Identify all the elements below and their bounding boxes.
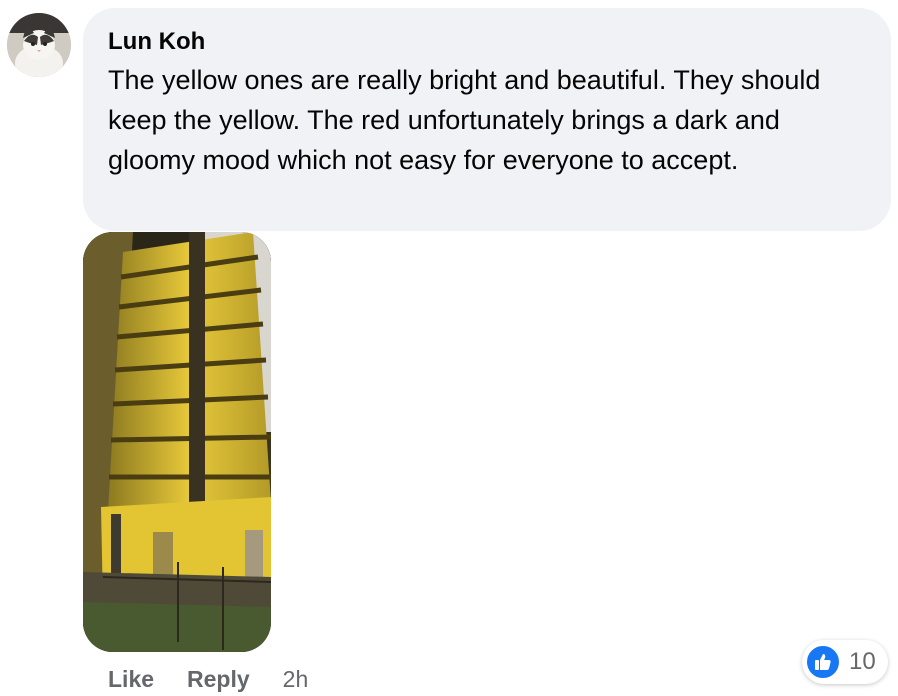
like-button[interactable]: Like xyxy=(108,666,154,693)
comment-author[interactable]: Lun Koh xyxy=(108,28,205,56)
comment-actions: Like Reply 2h xyxy=(108,662,308,696)
reaction-summary[interactable]: 10 xyxy=(802,640,888,684)
building-photo-icon xyxy=(83,232,271,652)
cat-avatar-icon xyxy=(7,13,71,77)
reaction-count: 10 xyxy=(849,648,876,675)
comment-text: The yellow ones are really bright and be… xyxy=(108,65,821,175)
comment-timestamp[interactable]: 2h xyxy=(283,666,309,693)
comment-photo[interactable] xyxy=(83,232,271,652)
reply-button[interactable]: Reply xyxy=(187,666,250,693)
avatar[interactable] xyxy=(7,13,71,77)
comment-bubble: Lun Koh The yellow ones are really brigh… xyxy=(83,8,891,231)
thumbs-up-icon xyxy=(805,644,841,680)
